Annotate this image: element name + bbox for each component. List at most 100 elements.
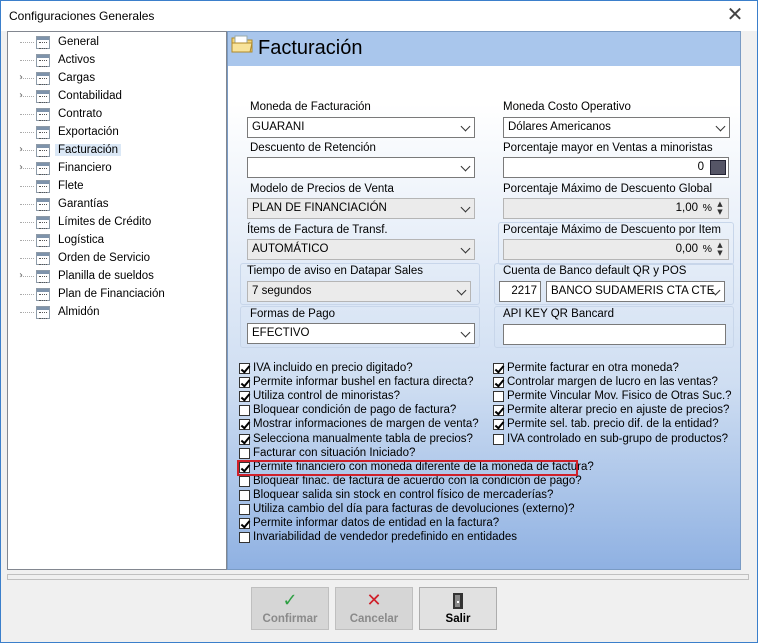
checkbox[interactable] [239,489,250,501]
tree-item[interactable]: › Financiero [8,160,226,178]
checkbox-label: Permite Vincular Mov. Fisico de Otras Su… [507,390,732,403]
tree-connector [20,114,34,115]
tree-item[interactable]: Logística [8,232,226,250]
tree-item[interactable]: Exportación [8,124,226,142]
checkbox[interactable] [239,447,250,459]
checkbox-label: Utiliza cambio del día para facturas de … [253,503,575,515]
pct-max-desc-global-input[interactable]: 1,00% ▲ ▼ [503,198,729,219]
table-icon [36,198,50,211]
pct-max-desc-item-value: 0,00 [675,243,698,255]
tree-connector [20,42,34,43]
tree-connector [20,312,34,313]
tree-item[interactable]: Contrato [8,106,226,124]
modelo-precios-label: Modelo de Precios de Venta [250,183,394,195]
tree-item[interactable]: Flete [8,178,226,196]
checkbox[interactable] [239,377,250,389]
checkbox[interactable] [239,419,250,431]
exit-button[interactable]: Salir [419,587,497,630]
tree-item-label: Logística [58,234,105,246]
table-icon [36,90,50,103]
tree-item[interactable]: › Contabilidad [8,88,226,106]
tree-item[interactable]: Activos [8,52,226,70]
api-key-input[interactable] [503,324,726,345]
tree-connector [20,240,34,241]
cancel-button[interactable]: ✕ Cancelar [335,587,413,630]
items-factura-label: Ítems de Factura de Transf. [247,224,388,236]
checkbox[interactable] [493,433,504,445]
spin-up-icon[interactable]: ▲ [713,241,727,249]
descuento-retencion-select[interactable] [247,157,475,178]
moneda-facturacion-value: GUARANI [252,121,305,133]
tree-item-label: Garantías [58,198,109,210]
close-icon[interactable]: ✕ [715,1,755,27]
spin-down-icon[interactable]: ▼ [713,208,727,216]
tiempo-aviso-select[interactable]: 7 segundos [247,281,471,302]
items-factura-select[interactable]: AUTOMÁTICO [247,239,475,260]
tree-item-label: Cargas [58,72,96,84]
table-icon [36,72,50,85]
cuenta-banco-select[interactable]: BANCO SUDAMERIS CTA CTE [546,281,725,302]
cuenta-banco-code-input[interactable]: 2217 [499,281,541,302]
moneda-costo-select[interactable]: Dólares Americanos [503,117,730,138]
table-icon [36,162,50,175]
tiempo-aviso-value: 7 segundos [252,285,312,297]
tree-item[interactable]: General [8,34,226,52]
pct-mayor-ventas-label: Porcentaje mayor en Ventas a minoristas [503,142,713,154]
table-icon [36,270,50,283]
checkbox-label: Mostrar informaciones de margen de venta… [253,418,479,431]
checkbox[interactable] [239,518,250,530]
tree-connector [20,60,34,61]
checkbox-label: IVA incluido en precio digitado? [253,362,413,374]
checkbox[interactable] [239,433,250,445]
checkbox[interactable] [239,532,250,544]
checkbox-label: Utiliza control de minoristas? [253,390,401,403]
folder-icon [231,35,253,53]
table-icon [36,216,50,229]
checkbox[interactable] [239,475,250,487]
tree-item[interactable]: › Facturación [8,142,226,160]
modelo-precios-select[interactable]: PLAN DE FINANCIACIÓN [247,198,475,219]
tree-item-label: Facturación [55,144,122,156]
tree-item[interactable]: Plan de Financiación [8,286,226,304]
checkbox-label: IVA controlado en sub-grupo de productos… [507,432,728,445]
checkbox[interactable] [493,405,504,417]
tree-connector [20,186,34,187]
spinner-buttons[interactable]: ▲ ▼ [713,241,727,258]
table-icon [36,126,50,139]
tree-item[interactable]: Almidón [8,304,226,322]
separator [7,574,749,580]
config-window: Configuraciones Generales ✕ General Activ… [0,0,758,643]
spinner-buttons[interactable]: ▲ ▼ [713,200,727,217]
tree-item[interactable]: Límites de Crédito [8,214,226,232]
tree-item[interactable]: › Planilla de sueldos [8,268,226,286]
tree-item[interactable]: Orden de Servicio [8,250,226,268]
tree-item-label: Contabilidad [58,90,122,102]
tree-item[interactable]: Garantías [8,196,226,214]
cancel-label: Cancelar [349,613,399,625]
tree-item-label: Almidón [58,306,100,318]
spin-up-icon[interactable]: ▲ [713,200,727,208]
checkbox[interactable] [239,504,250,515]
calculator-icon[interactable] [710,160,726,175]
moneda-facturacion-select[interactable]: GUARANI [247,117,475,138]
confirm-button[interactable]: ✓ Confirmar [251,587,329,630]
tree-item[interactable]: › Cargas [8,70,226,88]
table-icon [36,36,50,49]
checkbox-label: Permite sel. tab. precio dif. de la enti… [507,418,719,431]
formas-pago-select[interactable]: EFECTIVO [247,323,475,344]
checkbox[interactable] [493,419,504,431]
chevron-down-icon [460,202,471,213]
checkbox-label: Permite informar bushel en factura direc… [253,376,474,389]
chevron-down-icon [460,161,471,172]
checkbox[interactable] [493,377,504,389]
tree-item-label: Exportación [58,126,119,138]
checkbox[interactable] [239,363,250,374]
pct-mayor-ventas-input[interactable]: 0 [503,157,729,178]
pct-max-desc-item-input[interactable]: 0,00% ▲ ▼ [503,239,729,260]
tree-connector [20,276,34,277]
checkbox[interactable] [239,405,250,417]
checkbox[interactable] [493,391,504,403]
spin-down-icon[interactable]: ▼ [713,249,727,257]
checkbox[interactable] [239,391,250,403]
checkbox[interactable] [493,363,504,374]
